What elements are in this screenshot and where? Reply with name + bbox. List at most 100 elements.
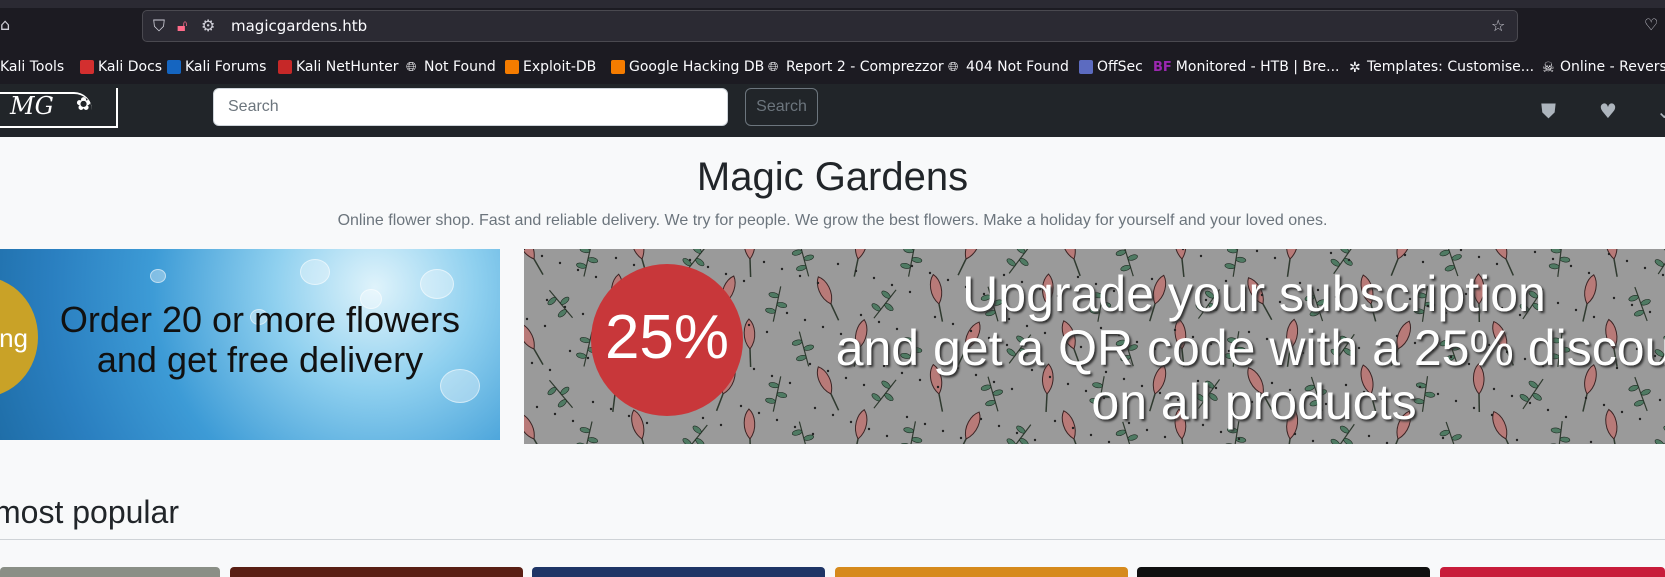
star-icon[interactable]: ☆ (1491, 18, 1505, 34)
bookmarks-bar: Kali Tools Kali Docs Kali Forums Kali NetHu… (0, 50, 1665, 84)
product-card[interactable] (1137, 567, 1430, 577)
bookmark-item[interactable]: ✲Templates: Customise... (1349, 59, 1534, 75)
pattern-dot (689, 259, 691, 261)
pattern-dot (646, 422, 648, 424)
search-button[interactable]: Search (745, 88, 818, 126)
pattern-dot (582, 313, 584, 315)
pattern-dot (1312, 440, 1314, 442)
pattern-dot (707, 266, 709, 268)
heart-icon[interactable]: ♥ (1599, 99, 1617, 123)
water-drop (300, 259, 330, 285)
bookmark-item[interactable]: 🌐︎ Report 2 - Comprezzor (768, 59, 944, 75)
pattern-dot (1368, 435, 1370, 437)
pattern-dot (1534, 251, 1536, 253)
product-card[interactable] (835, 567, 1128, 577)
pattern-dot (1552, 258, 1554, 260)
bookmark-label: Kali Docs (98, 59, 162, 75)
skull-icon: ☠ (1542, 60, 1556, 74)
gold-badge-text: ng (0, 323, 28, 354)
pattern-dot (725, 273, 727, 275)
product-card[interactable] (532, 567, 825, 577)
bag-icon[interactable]: ⛊ (1541, 99, 1556, 123)
bookmark-item[interactable]: Exploit-DB (505, 59, 596, 75)
pattern-dot (1422, 261, 1424, 263)
bookmark-item[interactable]: ☠ Online - Revers (1542, 59, 1665, 75)
globe-icon: 🌐︎ (406, 60, 420, 74)
pattern-dot (1220, 431, 1222, 433)
bookmark-label: 404 Not Found (966, 59, 1069, 75)
tulip-motif (524, 249, 548, 277)
pattern-dot (1294, 433, 1296, 435)
pattern-dot (549, 369, 551, 371)
pattern-dot (1590, 441, 1592, 443)
leaf-motif (542, 284, 580, 324)
bookmark-item[interactable]: Kali NetHunter (278, 59, 398, 75)
favicon-icon (505, 60, 519, 74)
bookmark-item[interactable]: OffSec (1079, 59, 1143, 75)
promo-line-3: on all products (754, 375, 1665, 429)
pattern-dot (837, 263, 839, 265)
home-icon[interactable]: ⌂ (0, 17, 10, 33)
water-drop (150, 269, 166, 283)
pocket-icon[interactable]: ♡ (1644, 17, 1658, 33)
pattern-dot (1516, 439, 1518, 441)
pattern-dot (546, 299, 548, 301)
bookmark-label: OffSec (1097, 59, 1143, 75)
bookmark-item[interactable]: 🌐︎404 Not Found (948, 59, 1069, 75)
site-logo[interactable]: MG ✿ (0, 88, 118, 128)
pattern-dot (1386, 442, 1388, 444)
section-title: most popular (0, 494, 179, 531)
pattern-dot (1256, 250, 1258, 252)
search-input[interactable] (213, 88, 728, 126)
pattern-dot (1274, 257, 1276, 259)
url-text[interactable]: magicgardens.htb (231, 17, 367, 35)
bookmark-label: Kali NetHunter (296, 59, 398, 75)
pattern-dot (569, 350, 571, 352)
leaf-motif (542, 374, 580, 414)
subscription-promo-text: Upgrade your subscription and get a QR c… (754, 267, 1665, 429)
chevron-down-icon[interactable]: ⌄ (1656, 99, 1665, 123)
bookmark-item[interactable]: Kali Forums (167, 59, 266, 75)
promo-line-1: Upgrade your subscription (754, 267, 1665, 321)
joomla-icon: ✲ (1349, 60, 1363, 74)
logo-text: MG (10, 92, 54, 120)
pattern-dot (1626, 260, 1628, 262)
pattern-dot (592, 401, 594, 403)
bookmark-item[interactable]: Kali Docs (80, 59, 162, 75)
lotus-icon: ✿ (76, 94, 91, 115)
water-drop (420, 269, 454, 299)
promo-line-2: and get a QR code with a 25% discou (754, 321, 1665, 375)
permissions-icon[interactable]: ⚙ (201, 18, 215, 34)
bookmark-item[interactable]: 🌐︎Not Found (406, 59, 496, 75)
bf-icon: BF (1153, 60, 1172, 74)
pattern-dot (577, 269, 579, 271)
pattern-dot (1200, 255, 1202, 257)
bookmark-label: Report 2 - Comprezzor (786, 59, 944, 75)
product-card[interactable] (0, 567, 220, 577)
pattern-dot (541, 255, 543, 257)
tulip-motif (524, 410, 548, 444)
lock-icon[interactable]: 🔓︎ (177, 18, 187, 34)
product-card[interactable] (230, 567, 523, 577)
shield-icon[interactable]: ⛉ (153, 18, 165, 34)
gold-badge: ng (0, 277, 38, 397)
bookmark-item[interactable]: Google Hacking DB (611, 59, 764, 75)
pattern-dot (1608, 253, 1610, 255)
pattern-dot (564, 306, 566, 308)
bookmark-label: Online - Revers (1560, 59, 1665, 75)
subscription-banner[interactable]: 25% Upgrade your subscription and get a … (524, 249, 1665, 444)
product-card[interactable] (1440, 567, 1665, 577)
bookmark-item[interactable]: BF Monitored - HTB | Bre... (1153, 59, 1339, 75)
leaf-motif (574, 419, 602, 444)
pattern-dot (1404, 254, 1406, 256)
tulip-motif (524, 320, 548, 367)
bookmark-label: Monitored - HTB | Bre... (1176, 59, 1340, 75)
bookmark-item[interactable]: Kali Tools (0, 59, 64, 75)
free-delivery-banner[interactable]: ng Order 20 or more flowers and get free… (0, 249, 500, 440)
pattern-dot (1108, 441, 1110, 443)
pattern-dot (1090, 434, 1092, 436)
address-bar[interactable]: ⛉ 🔓︎ ⚙ magicgardens.htb ☆ (142, 10, 1518, 42)
pattern-dot (628, 415, 630, 417)
bookmark-label: Google Hacking DB (629, 59, 764, 75)
globe-icon: 🌐︎ (768, 60, 782, 74)
